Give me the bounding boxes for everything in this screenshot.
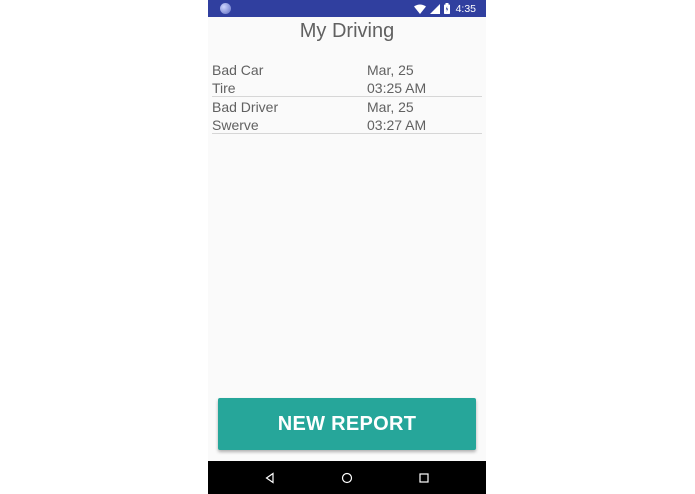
wifi-icon	[413, 4, 426, 14]
navigation-bar	[208, 461, 486, 494]
report-time: 03:25 AM	[367, 80, 427, 96]
report-list: Bad Car Tire Mar, 25 03:25 AM Bad Driver…	[212, 60, 482, 134]
home-button[interactable]	[327, 461, 367, 494]
page-title: My Driving	[299, 20, 395, 42]
app-screen: 4:35 My Driving Bad Car Tire Mar, 25 03:…	[208, 0, 486, 494]
report-row[interactable]: Bad Driver Swerve Mar, 25 03:27 AM	[212, 97, 482, 134]
home-circle-icon	[341, 472, 353, 483]
cell-signal-icon	[429, 3, 440, 14]
report-type: Bad Car	[212, 62, 264, 78]
back-triangle-icon	[265, 471, 274, 484]
report-date: Mar, 25	[367, 99, 414, 115]
report-type: Bad Driver	[212, 99, 279, 115]
notification-icon	[220, 3, 231, 14]
status-time: 4:35	[455, 2, 476, 15]
back-button[interactable]	[250, 461, 290, 494]
report-subtype: Swerve	[212, 117, 259, 133]
recents-button[interactable]	[404, 461, 444, 494]
report-time: 03:27 AM	[367, 117, 427, 133]
recents-square-icon	[419, 472, 429, 483]
report-subtype: Tire	[212, 80, 236, 96]
status-bar: 4:35	[208, 0, 486, 17]
status-icons: 4:35	[413, 0, 476, 17]
report-row[interactable]: Bad Car Tire Mar, 25 03:25 AM	[212, 60, 482, 97]
battery-icon	[443, 3, 450, 14]
new-report-button[interactable]: NEW REPORT	[218, 398, 476, 450]
report-date: Mar, 25	[367, 62, 414, 78]
